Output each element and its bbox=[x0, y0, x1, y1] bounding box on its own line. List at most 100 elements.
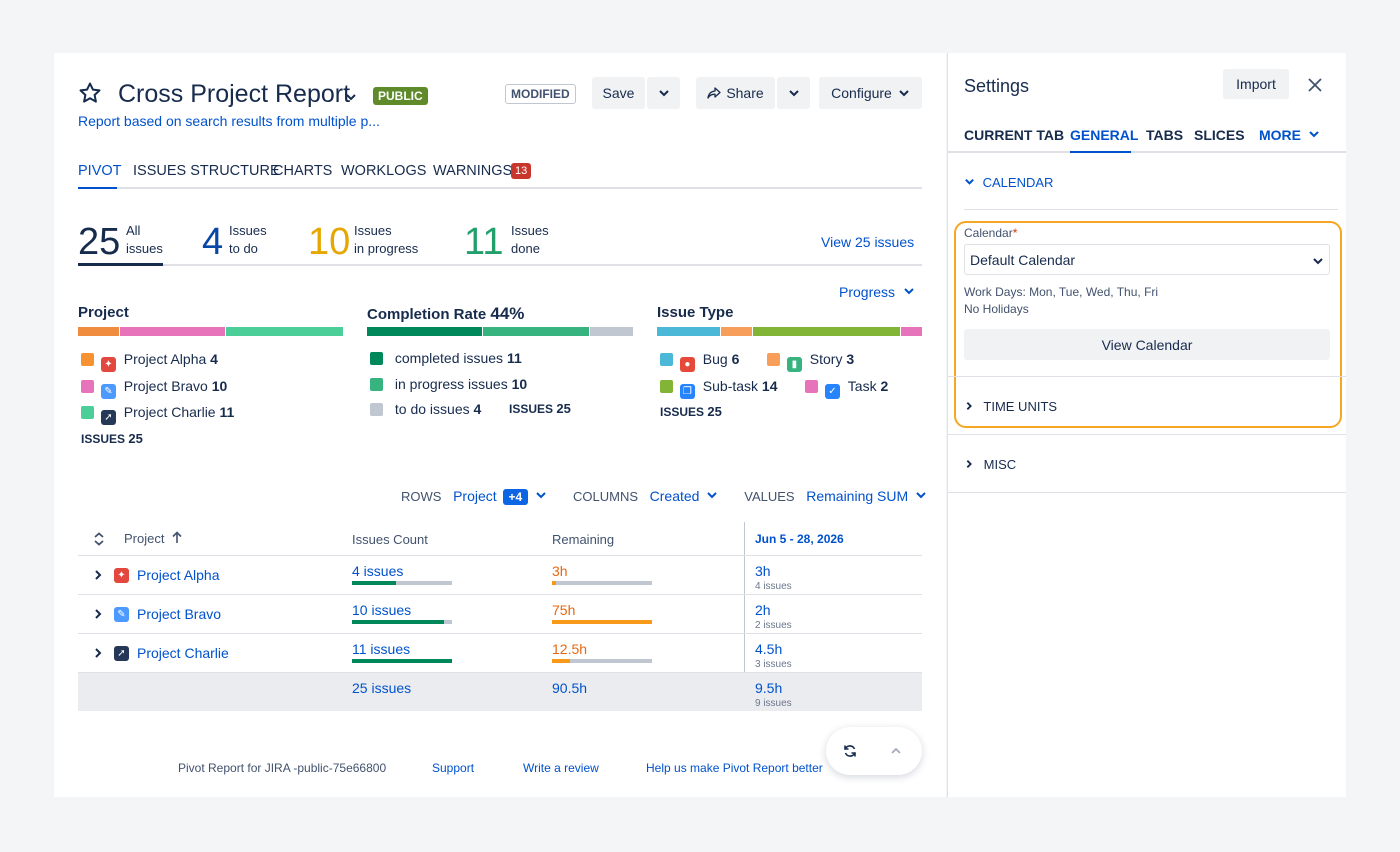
stat-all[interactable]: 25 All issues bbox=[78, 219, 163, 266]
refresh-icon[interactable] bbox=[843, 744, 857, 758]
save-button[interactable]: Save bbox=[592, 77, 645, 109]
row-remaining-link[interactable]: 75h bbox=[552, 602, 575, 618]
report-subtitle-link[interactable]: Report based on search results from mult… bbox=[78, 113, 380, 129]
misc-section-toggle[interactable]: MISC bbox=[964, 457, 1016, 472]
count-progress-fill bbox=[352, 581, 396, 585]
project-legend-bravo[interactable]: ✎ Project Bravo 10 bbox=[81, 377, 227, 399]
completion-legend-in-progress[interactable]: in progress issues 10 bbox=[370, 375, 527, 393]
values-dropdown[interactable]: Remaining SUM bbox=[806, 488, 927, 504]
issue-type-legend-bug[interactable]: ● Bug 6 bbox=[660, 350, 739, 372]
rows-dropdown[interactable]: Project +4 bbox=[453, 488, 551, 505]
project-legend-alpha[interactable]: ✦ Project Alpha 4 bbox=[81, 350, 218, 372]
expand-row-chevron-right-icon[interactable] bbox=[93, 569, 103, 581]
row-project-link[interactable]: Project Charlie bbox=[137, 645, 229, 661]
sort-ascending-arrow-icon[interactable] bbox=[171, 531, 183, 544]
row-remaining-link[interactable]: 3h bbox=[552, 563, 568, 579]
row-project-link[interactable]: Project Bravo bbox=[137, 606, 221, 622]
legend-label: Task bbox=[847, 378, 877, 394]
columns-dropdown[interactable]: Created bbox=[650, 488, 723, 504]
chevron-right-icon bbox=[966, 460, 972, 468]
completion-title: Completion Rate 44% bbox=[367, 304, 524, 324]
time-units-section-toggle[interactable]: TIME UNITS bbox=[964, 399, 1057, 414]
header-period[interactable]: Jun 5 - 28, 2026 bbox=[755, 532, 844, 546]
view-calendar-button[interactable]: View Calendar bbox=[964, 329, 1330, 360]
configure-button[interactable]: Configure bbox=[819, 77, 922, 109]
stat-todo-line1: Issues bbox=[229, 223, 267, 238]
header-project[interactable]: Project bbox=[124, 531, 164, 546]
stat-done-line1: Issues bbox=[511, 223, 549, 238]
project-legend-charlie[interactable]: ➚ Project Charlie 11 bbox=[81, 403, 234, 425]
settings-tab-more[interactable]: MORE bbox=[1259, 127, 1320, 143]
tab-issues-structure[interactable]: ISSUES STRUCTURE bbox=[133, 163, 280, 179]
row-period-sub: 3 issues bbox=[755, 659, 792, 670]
header-issues-count[interactable]: Issues Count bbox=[352, 532, 428, 547]
footer-support-link[interactable]: Support bbox=[432, 761, 474, 775]
bar-segment-in-progress bbox=[483, 327, 589, 336]
legend-label: Sub-task bbox=[702, 378, 759, 394]
row-count-link[interactable]: 4 issues bbox=[352, 563, 403, 579]
row-period-link[interactable]: 3h bbox=[755, 563, 771, 579]
count-progress-bar bbox=[352, 620, 452, 624]
row-remaining-link[interactable]: 12.5h bbox=[552, 641, 587, 657]
count-progress-fill bbox=[352, 620, 444, 624]
calendar-section-toggle[interactable]: CALENDAR bbox=[964, 175, 1053, 190]
table-row: ➚ Project Charlie 11 issues 12.5h 4.5h 3… bbox=[78, 634, 922, 673]
footer-review-link[interactable]: Write a review bbox=[523, 761, 599, 775]
tab-pivot[interactable]: PIVOT bbox=[78, 163, 122, 179]
issue-type-legend-story[interactable]: ▮ Story 3 bbox=[767, 350, 854, 372]
issue-type-legend-subtask[interactable]: ❐ Sub-task 14 bbox=[660, 377, 778, 399]
expand-row-chevron-right-icon[interactable] bbox=[93, 647, 103, 659]
legend-label: Story bbox=[809, 351, 843, 367]
completion-legend-todo[interactable]: to do issues 4 bbox=[370, 400, 481, 418]
bar-segment-alpha bbox=[78, 327, 119, 336]
row-period-link[interactable]: 4.5h bbox=[755, 641, 782, 657]
stat-done-line2: done bbox=[511, 241, 540, 256]
settings-tab-current-tab[interactable]: CURRENT TAB bbox=[964, 127, 1064, 143]
required-asterisk: * bbox=[1012, 226, 1018, 240]
star-icon[interactable] bbox=[78, 81, 102, 105]
close-icon[interactable] bbox=[1307, 77, 1323, 93]
tab-worklogs[interactable]: WORKLOGS bbox=[341, 163, 426, 179]
row-count-link[interactable]: 11 issues bbox=[352, 641, 410, 657]
completion-legend-completed[interactable]: completed issues 11 bbox=[370, 349, 522, 367]
total-count-link[interactable]: 25 issues bbox=[352, 680, 411, 696]
stat-progress-line2: in progress bbox=[354, 241, 419, 256]
row-count-link[interactable]: 10 issues bbox=[352, 602, 411, 618]
calendar-section-title: CALENDAR bbox=[982, 175, 1054, 190]
row-period-link[interactable]: 2h bbox=[755, 602, 771, 618]
settings-tab-general[interactable]: GENERAL bbox=[1070, 127, 1138, 143]
progress-dropdown[interactable]: Progress bbox=[839, 284, 915, 300]
pivot-config-bar: ROWS Project +4 COLUMNS Created VALUES R… bbox=[401, 488, 927, 505]
divider bbox=[948, 376, 1346, 377]
expand-collapse-all-icon[interactable] bbox=[93, 532, 105, 546]
title-chevron-down-icon[interactable] bbox=[345, 91, 357, 103]
tab-charts[interactable]: CHARTS bbox=[273, 163, 332, 179]
table-row: ✎ Project Bravo 10 issues 75h 2h 2 issue… bbox=[78, 595, 922, 634]
bar-segment-task bbox=[901, 327, 922, 336]
share-dropdown-button[interactable] bbox=[777, 77, 810, 109]
story-bookmark-icon: ▮ bbox=[786, 357, 802, 372]
header-remaining[interactable]: Remaining bbox=[552, 532, 614, 547]
issue-type-issues-total: ISSUES 25 bbox=[660, 404, 722, 419]
save-dropdown-button[interactable] bbox=[647, 77, 680, 109]
total-remaining-link[interactable]: 90.5h bbox=[552, 680, 587, 696]
public-badge: PUBLIC bbox=[373, 87, 428, 105]
project-bravo-icon: ✎ bbox=[100, 384, 116, 399]
share-button[interactable]: Share bbox=[696, 77, 775, 109]
calendar-field-label: Calendar* bbox=[964, 226, 1017, 240]
scroll-top-chevron-up-icon[interactable] bbox=[890, 745, 902, 757]
row-project-link[interactable]: Project Alpha bbox=[137, 567, 220, 583]
settings-tab-slices[interactable]: SLICES bbox=[1194, 127, 1245, 143]
footer-help-link[interactable]: Help us make Pivot Report better bbox=[646, 761, 823, 775]
values-value: Remaining SUM bbox=[806, 488, 909, 504]
calendar-select[interactable]: Default Calendar bbox=[964, 244, 1330, 275]
view-issues-link[interactable]: View 25 issues bbox=[821, 234, 914, 250]
expand-row-chevron-right-icon[interactable] bbox=[93, 608, 103, 620]
total-period-link[interactable]: 9.5h bbox=[755, 680, 782, 696]
settings-tab-tabs[interactable]: TABS bbox=[1146, 127, 1183, 143]
project-alpha-icon: ✦ bbox=[114, 568, 129, 583]
import-button[interactable]: Import bbox=[1223, 69, 1289, 99]
issue-type-legend-task[interactable]: ✓ Task 2 bbox=[805, 377, 888, 399]
tab-warnings[interactable]: WARNINGS bbox=[433, 163, 512, 179]
legend-swatch bbox=[370, 378, 383, 391]
